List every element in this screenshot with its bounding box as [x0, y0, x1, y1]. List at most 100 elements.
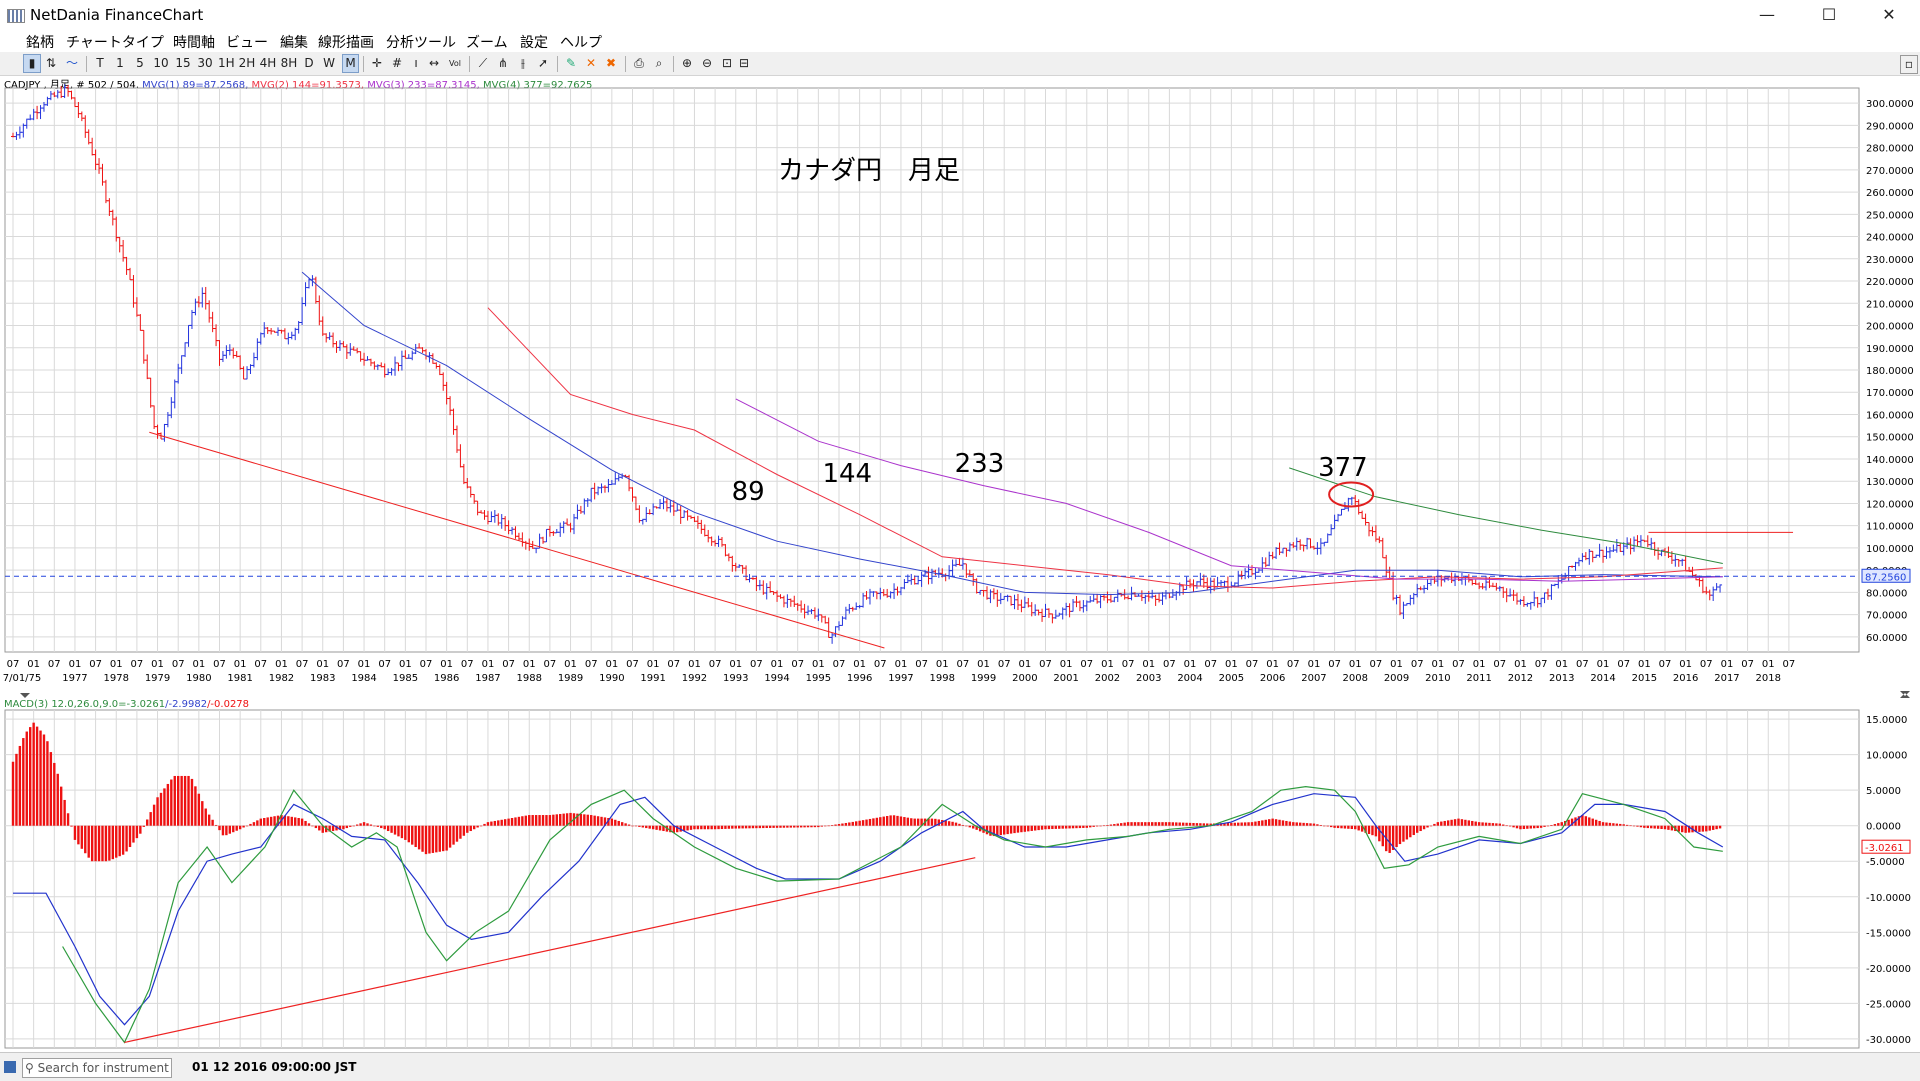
search-input[interactable]: ⚲ Search for instrument [22, 1058, 172, 1078]
macd-histogram-bar [1436, 822, 1440, 826]
macd-histogram-bar [1453, 819, 1457, 826]
macd-histogram-bar [1643, 825, 1646, 828]
x-month-tick-label: 01 [27, 659, 40, 670]
macd-histogram-bar [1581, 815, 1584, 826]
macd-histogram-bar [500, 819, 503, 826]
macd-histogram-bar [139, 825, 142, 834]
panel-collapse-icon[interactable] [1900, 691, 1910, 698]
x-month-tick-label: 07 [874, 659, 887, 670]
x-month-tick-label: 01 [1555, 659, 1568, 670]
x-month-tick-label: 07 [1039, 659, 1052, 670]
macd-histogram-bar [989, 825, 992, 836]
macd-histogram-bar [1481, 822, 1484, 826]
macd-histogram-bar [1412, 825, 1415, 836]
macd-histogram-bar [1068, 825, 1071, 829]
panel-expand-icon[interactable] [20, 693, 30, 698]
macd-histogram-bar [11, 761, 15, 826]
macd-histogram-bar [290, 816, 293, 826]
macd-histogram-bar [53, 762, 56, 826]
macd-histogram-bar [896, 815, 899, 826]
macd-histogram-bar [600, 816, 603, 826]
x-year-tick-label: 7/01/75 [3, 673, 42, 684]
macd-histogram-bar [524, 815, 528, 826]
macd-histogram-bar [1567, 819, 1570, 826]
x-month-tick-label: 07 [750, 659, 763, 670]
macd-histogram-bar [263, 818, 266, 826]
macd-histogram-bar [868, 818, 872, 826]
macd-histogram-bar [707, 825, 710, 830]
macd-histogram-bar [734, 825, 737, 829]
y-tick-label: 120.0000 [1866, 499, 1914, 510]
macd-histogram-bar [80, 825, 84, 849]
macd-histogram-bar [1433, 823, 1436, 826]
macd-histogram-bar [1539, 825, 1543, 828]
macd-histogram-bar [1323, 825, 1326, 827]
macd-histogram-bar [1701, 825, 1705, 832]
x-year-tick-label: 1990 [599, 673, 624, 684]
macd-histogram-bar [1584, 816, 1588, 826]
macd-histogram-bar [1106, 824, 1109, 826]
macd-histogram-bar [214, 824, 218, 826]
macd-histogram-bar [180, 775, 183, 826]
chart-canvas[interactable]: 07 01 07 01 07 01 07 01 07 01 07 01 07 01 07 01 07 01 07 01… [0, 0, 1920, 1052]
macd-histogram-bar [1199, 823, 1202, 826]
macd-histogram-bar [1429, 825, 1433, 827]
x-month-tick-label: 01 [1721, 659, 1734, 670]
macd-histogram-bar [855, 821, 858, 826]
x-month-tick-label: 07 [296, 659, 309, 670]
x-month-tick-label: 01 [1638, 659, 1651, 670]
macd-histogram-bar [1147, 822, 1150, 826]
x-month-tick-label: 07 [1204, 659, 1217, 670]
macd-histogram-bar [238, 825, 242, 830]
x-year-tick-label: 2005 [1219, 673, 1244, 684]
macd-histogram-bar [583, 814, 586, 826]
macd-histogram-bar [651, 825, 655, 830]
macd-histogram-bar [1085, 825, 1088, 828]
macd-histogram-bar [541, 815, 545, 826]
macd-histogram-bar [1326, 825, 1329, 827]
x-month-tick-label: 01 [895, 659, 908, 670]
x-year-tick-label: 1986 [434, 673, 459, 684]
macd-histogram-bar [1292, 822, 1295, 826]
y-tick-label: 200.0000 [1866, 322, 1914, 333]
x-year-tick-label: 1979 [145, 673, 170, 684]
macd-histogram-bar [899, 816, 903, 826]
macd-histogram-bar [916, 818, 920, 826]
macd-histogram-bar [352, 825, 355, 827]
macd-histogram-bar [70, 825, 73, 827]
macd-histogram-bar [445, 825, 448, 851]
x-year-tick-label: 2002 [1095, 673, 1120, 684]
x-month-tick-label: 01 [936, 659, 949, 670]
macd-histogram-bar [762, 825, 765, 829]
macd-histogram-bar [579, 813, 583, 826]
macd-histogram-bar [397, 825, 400, 837]
macd-histogram-bar [1171, 822, 1175, 826]
macd-histogram-bar [1426, 825, 1429, 828]
macd-histogram-bar [1663, 825, 1667, 830]
macd-histogram-bar [66, 813, 70, 826]
macd-histogram-bar [903, 817, 906, 826]
x-year-tick-label: 2017 [1714, 673, 1739, 684]
macd-histogram-bar [1650, 825, 1653, 829]
macd-y-tick-label: 15.0000 [1866, 715, 1907, 726]
x-month-tick-label: 01 [192, 659, 205, 670]
x-month-tick-label: 01 [151, 659, 164, 670]
macd-histogram-bar [1064, 825, 1068, 829]
macd-histogram-bar [1629, 825, 1632, 827]
macd-histogram-bar [1027, 825, 1030, 832]
y-tick-label: 180.0000 [1866, 366, 1914, 377]
macd-histogram-bar [830, 825, 834, 826]
x-month-tick-label: 07 [915, 659, 928, 670]
y-tick-label: 210.0000 [1866, 299, 1914, 310]
macd-histogram-bar [796, 825, 799, 828]
macd-histogram-bar [1529, 825, 1532, 829]
x-month-tick-label: 07 [709, 659, 722, 670]
x-month-tick-label: 01 [69, 659, 82, 670]
macd-histogram-bar [228, 825, 232, 834]
macd-histogram-bar [1178, 822, 1181, 826]
macd-histogram-bar [1316, 824, 1319, 826]
macd-histogram-bar [552, 814, 555, 826]
macd-histogram-bar [806, 825, 810, 828]
macd-histogram-bar [1715, 825, 1718, 830]
macd-histogram-bar [1130, 822, 1133, 826]
